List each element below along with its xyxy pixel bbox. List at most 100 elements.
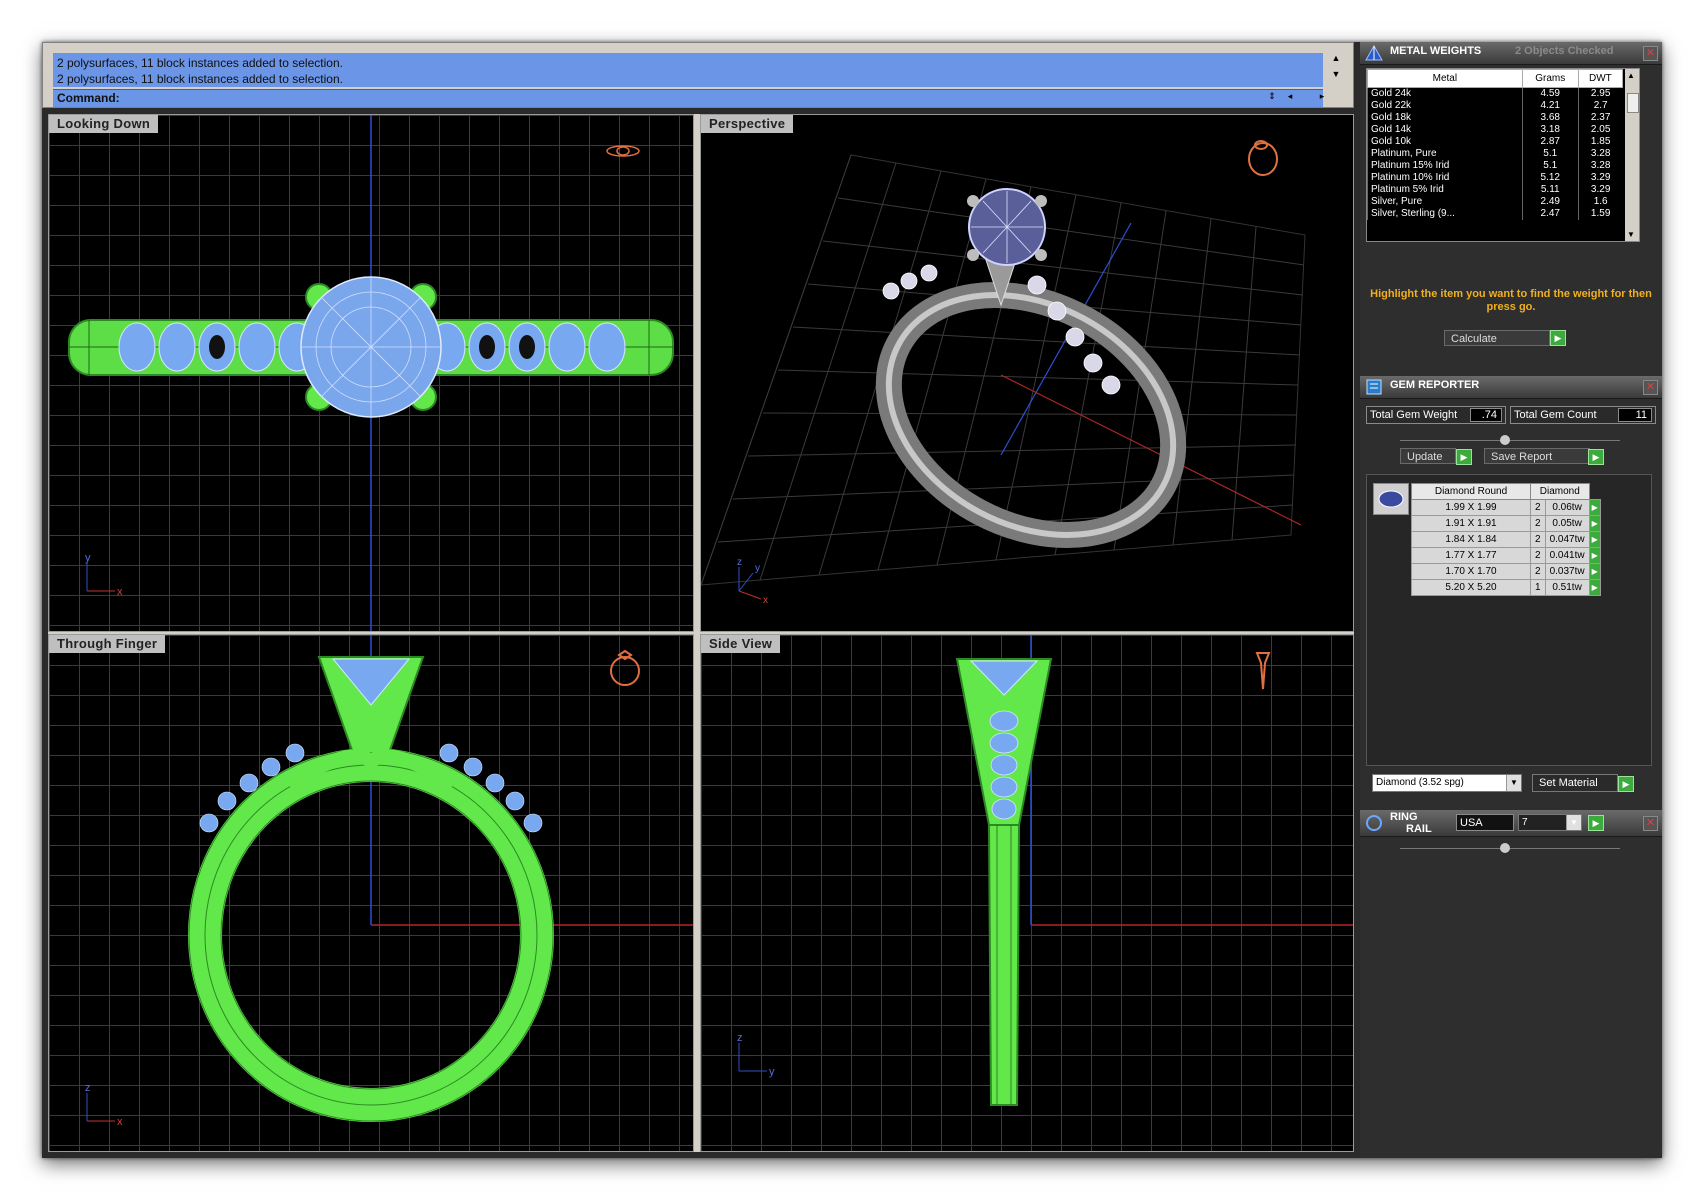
metal-row[interactable]: Gold 10k 2.87 1.85	[1367, 136, 1623, 148]
metal-row[interactable]: Platinum 15% Irid 5.1 3.28	[1367, 160, 1623, 172]
metal-name-cell: Platinum 10% Irid	[1367, 172, 1523, 184]
gem-qty-cell: 2	[1530, 515, 1546, 532]
gem-row[interactable]: 1.99 X 1.99 2 0.06tw ▶	[1411, 499, 1601, 516]
dwt-cell: 1.59	[1577, 208, 1623, 220]
gem-slider-thumb[interactable]	[1500, 435, 1510, 445]
gem-qty-cell: 2	[1530, 563, 1546, 580]
save-report-go-icon[interactable]: ▶	[1588, 449, 1604, 465]
ring-size-value: 7	[1522, 817, 1528, 828]
chevron-down-icon[interactable]: ▼	[1506, 775, 1521, 791]
viewport-side-view[interactable]: z y Side View	[700, 634, 1354, 1152]
ring-size-select[interactable]: 7 ▼	[1518, 814, 1582, 831]
ring-region-field[interactable]: USA	[1456, 814, 1514, 831]
gem-row-go-icon[interactable]: ▶	[1588, 515, 1601, 532]
gem-row[interactable]: 5.20 X 5.20 1 0.51tw ▶	[1411, 579, 1601, 596]
gem-row-go-icon[interactable]: ▶	[1588, 499, 1601, 516]
column-header[interactable]: DWT	[1577, 69, 1624, 88]
column-header[interactable]: Metal	[1367, 69, 1523, 88]
gem-row-go-icon[interactable]: ▶	[1588, 547, 1601, 564]
close-icon[interactable]: ✕	[1643, 816, 1658, 831]
metal-row[interactable]: Platinum 10% Irid 5.12 3.29	[1367, 172, 1623, 184]
gem-row[interactable]: 1.77 X 1.77 2 0.041tw ▶	[1411, 547, 1601, 564]
set-material-button[interactable]: Set Material	[1532, 774, 1618, 792]
gem-row-go-icon[interactable]: ▶	[1588, 579, 1601, 596]
metal-row[interactable]: Platinum, Pure 5.1 3.28	[1367, 148, 1623, 160]
gem-reporter-title: GEM REPORTER	[1390, 379, 1480, 391]
metal-name-cell: Silver, Pure	[1367, 196, 1523, 208]
set-material-go-icon[interactable]: ▶	[1618, 776, 1634, 792]
gem-row[interactable]: 1.91 X 1.91 2 0.05tw ▶	[1411, 515, 1601, 532]
gem-row-go-icon[interactable]: ▶	[1588, 563, 1601, 580]
ring-rail-slider-thumb[interactable]	[1500, 843, 1510, 853]
command-spin-icon[interactable]: ⇕	[1265, 89, 1279, 103]
metal-row[interactable]: Gold 24k 4.59 2.95	[1367, 87, 1623, 100]
metal-row[interactable]: Platinum 5% Irid 5.11 3.29	[1367, 184, 1623, 196]
scroll-thumb[interactable]	[1627, 93, 1639, 113]
history-scroll-down[interactable]: ▼	[1329, 67, 1343, 81]
metal-table-scrollbar[interactable]: ▲ ▼	[1625, 69, 1639, 241]
viewport-looking-down[interactable]: y x Looking Down	[48, 114, 694, 632]
metal-row[interactable]: Gold 14k 3.18 2.05	[1367, 124, 1623, 136]
grams-cell: 3.68	[1521, 112, 1579, 124]
gem-qty-cell: 2	[1530, 499, 1546, 516]
chevron-down-icon[interactable]: ▼	[1566, 815, 1581, 830]
viewport-through-finger[interactable]: z x Through Finger	[48, 634, 694, 1152]
command-prev-icon[interactable]: ◂	[1283, 89, 1297, 103]
material-select[interactable]: Diamond (3.52 spg) ▼	[1372, 774, 1522, 792]
metal-row[interactable]: Silver, Sterling (9... 2.47 1.59	[1367, 208, 1623, 220]
gem-qty-cell: 1	[1530, 579, 1546, 596]
dwt-cell: 2.05	[1577, 124, 1623, 136]
ring-rail-header: RING RAIL USA 7 ▼ ▶ ✕	[1360, 810, 1662, 837]
diamond-icon	[1378, 490, 1404, 508]
gem-size-cell: 1.70 X 1.70	[1411, 563, 1531, 580]
gem-weight-cell: 0.05tw	[1544, 515, 1590, 532]
command-input[interactable]	[133, 91, 1233, 105]
gem-list-area: Diamond Round Diamond 1.99 X 1.99 2 0.06tw…	[1366, 474, 1652, 766]
metal-row[interactable]: Silver, Pure 2.49 1.6	[1367, 196, 1623, 208]
dwt-cell: 2.7	[1577, 100, 1623, 112]
viewport-perspective[interactable]: z y x Perspective	[700, 114, 1354, 632]
dwt-cell: 3.28	[1577, 148, 1623, 160]
update-button[interactable]: Update	[1400, 448, 1456, 464]
command-prompt-label: Command:	[57, 91, 120, 105]
dwt-cell: 3.28	[1577, 160, 1623, 172]
command-line: Command:	[53, 89, 1323, 107]
axis-label-a: y	[85, 552, 91, 564]
column-header[interactable]: Grams	[1521, 69, 1579, 88]
gem-row[interactable]: 1.84 X 1.84 2 0.047tw ▶	[1411, 531, 1601, 548]
metal-name-cell: Gold 18k	[1367, 112, 1523, 124]
axis-label-b: y	[769, 1066, 775, 1078]
grams-cell: 4.59	[1521, 87, 1579, 100]
command-next-icon[interactable]: ▸	[1315, 89, 1329, 103]
grams-cell: 4.21	[1521, 100, 1579, 112]
grams-cell: 2.47	[1521, 208, 1579, 220]
through-finger-scene: z x	[85, 635, 693, 1128]
command-history: 2 polysurfaces, 11 block instances added…	[53, 53, 1323, 87]
diamond-thumbnail	[1373, 483, 1409, 515]
history-scroll-up[interactable]: ▲	[1329, 51, 1343, 65]
axis-label-a: z	[85, 1082, 91, 1094]
grams-cell: 2.87	[1521, 136, 1579, 148]
close-icon[interactable]: ✕	[1643, 46, 1658, 61]
save-report-button[interactable]: Save Report	[1484, 448, 1590, 464]
dwt-cell: 1.85	[1577, 136, 1623, 148]
gem-weight-cell: 0.06tw	[1544, 499, 1590, 516]
grams-cell: 2.49	[1521, 196, 1579, 208]
grams-cell: 5.12	[1521, 172, 1579, 184]
scroll-up-icon[interactable]: ▲	[1627, 71, 1635, 80]
metal-row[interactable]: Gold 22k 4.21 2.7	[1367, 100, 1623, 112]
gem-table: Diamond Round Diamond 1.99 X 1.99 2 0.06tw…	[1411, 483, 1601, 596]
close-icon[interactable]: ✕	[1643, 380, 1658, 395]
gem-row[interactable]: 1.70 X 1.70 2 0.037tw ▶	[1411, 563, 1601, 580]
gem-row-go-icon[interactable]: ▶	[1588, 531, 1601, 548]
scroll-down-icon[interactable]: ▼	[1627, 230, 1635, 239]
gem-size-cell: 1.84 X 1.84	[1411, 531, 1531, 548]
calculate-button[interactable]: Calculate	[1444, 330, 1550, 346]
calculate-go-icon[interactable]: ▶	[1550, 330, 1566, 346]
update-go-icon[interactable]: ▶	[1456, 449, 1472, 465]
metal-row[interactable]: Gold 18k 3.68 2.37	[1367, 112, 1623, 124]
ring-rail-go-icon[interactable]: ▶	[1588, 815, 1604, 831]
dwt-cell: 3.29	[1577, 172, 1623, 184]
grams-cell: 3.18	[1521, 124, 1579, 136]
gem-size-cell: 1.99 X 1.99	[1411, 499, 1531, 516]
